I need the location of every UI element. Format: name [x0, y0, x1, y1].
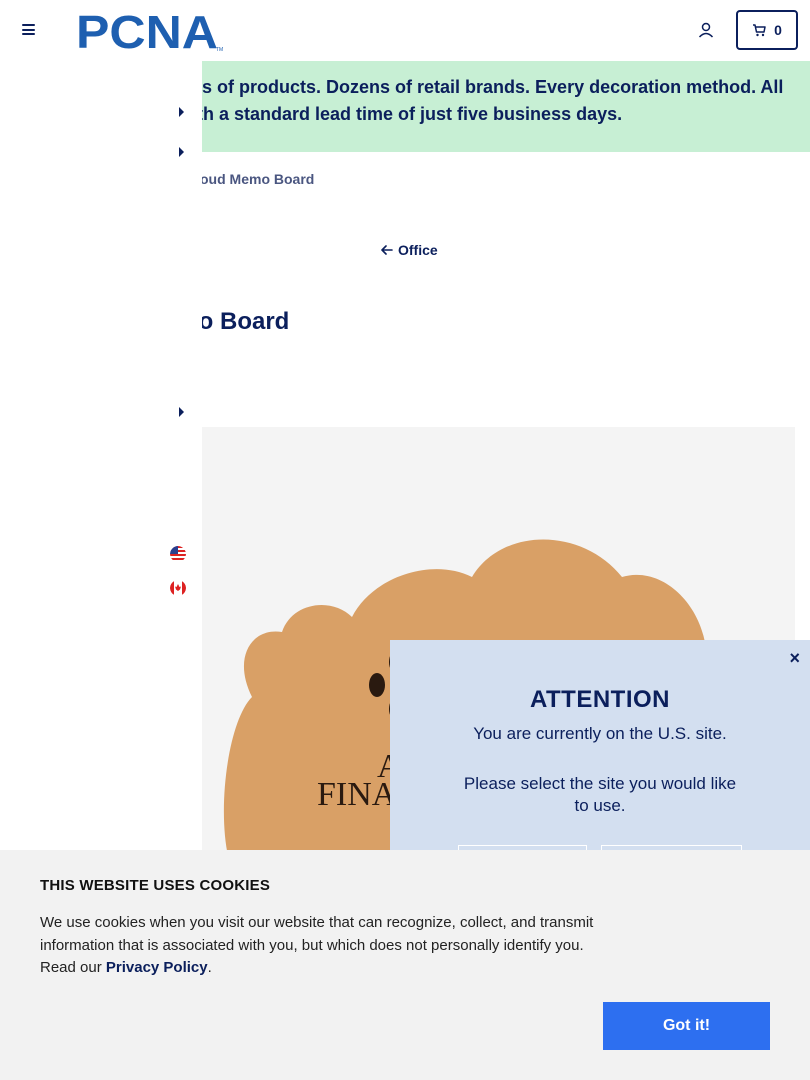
modal-instruction: Please select the site you would like to…: [463, 774, 737, 815]
accept-cookies-button[interactable]: Got it!: [603, 1002, 770, 1050]
close-icon[interactable]: ×: [789, 648, 800, 669]
modal-title: ATTENTION: [529, 686, 671, 713]
caret-right-icon[interactable]: [179, 407, 184, 417]
product-imprint-line2: FINA: [317, 776, 397, 813]
promo-text: ls of products. Dozens of retail brands.…: [197, 77, 784, 124]
privacy-policy-link[interactable]: Privacy Policy: [106, 959, 208, 976]
user-icon[interactable]: [697, 21, 715, 39]
cookie-banner: THIS WEBSITE USES COOKIES We use cookies…: [0, 850, 810, 1080]
page-title: no Board: [184, 308, 290, 335]
svg-text:TM: TM: [216, 47, 223, 52]
cart-icon: [753, 23, 766, 36]
arrow-left-icon: [381, 245, 393, 255]
caret-right-icon[interactable]: [179, 147, 184, 157]
cookie-title: THIS WEBSITE USES COOKIES: [40, 877, 271, 894]
us-flag-icon[interactable]: [170, 546, 186, 562]
caret-right-icon[interactable]: [179, 107, 184, 117]
cart-button[interactable]: 0: [736, 10, 798, 50]
modal-message: You are currently on the U.S. site.: [473, 724, 727, 743]
svg-text:PCNA: PCNA: [76, 10, 218, 52]
site-header: PCNA TM 0: [0, 0, 810, 61]
cookie-text: We use cookies when you visit our websit…: [40, 914, 594, 976]
back-link-label: Office: [398, 242, 438, 258]
breadcrumb[interactable]: oud Memo Board: [200, 171, 314, 187]
hamburger-icon[interactable]: [22, 24, 35, 35]
cart-count: 0: [774, 22, 782, 38]
canada-flag-icon[interactable]: [170, 580, 186, 596]
back-to-office-link[interactable]: Office: [381, 242, 438, 258]
pcna-logo[interactable]: PCNA TM: [76, 10, 226, 52]
